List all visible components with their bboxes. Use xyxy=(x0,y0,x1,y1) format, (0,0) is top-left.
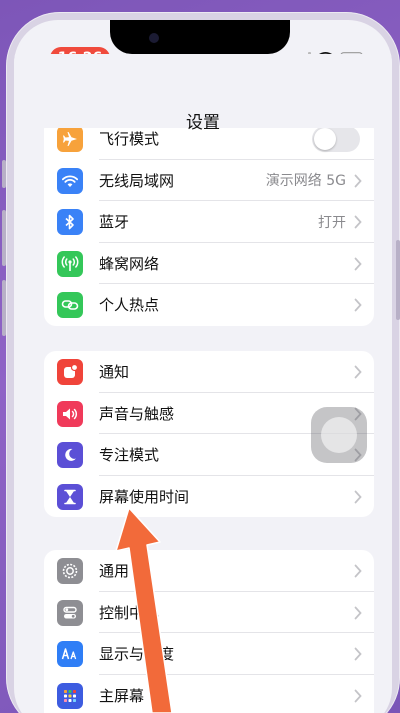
annotation-arrow-icon xyxy=(115,507,173,713)
